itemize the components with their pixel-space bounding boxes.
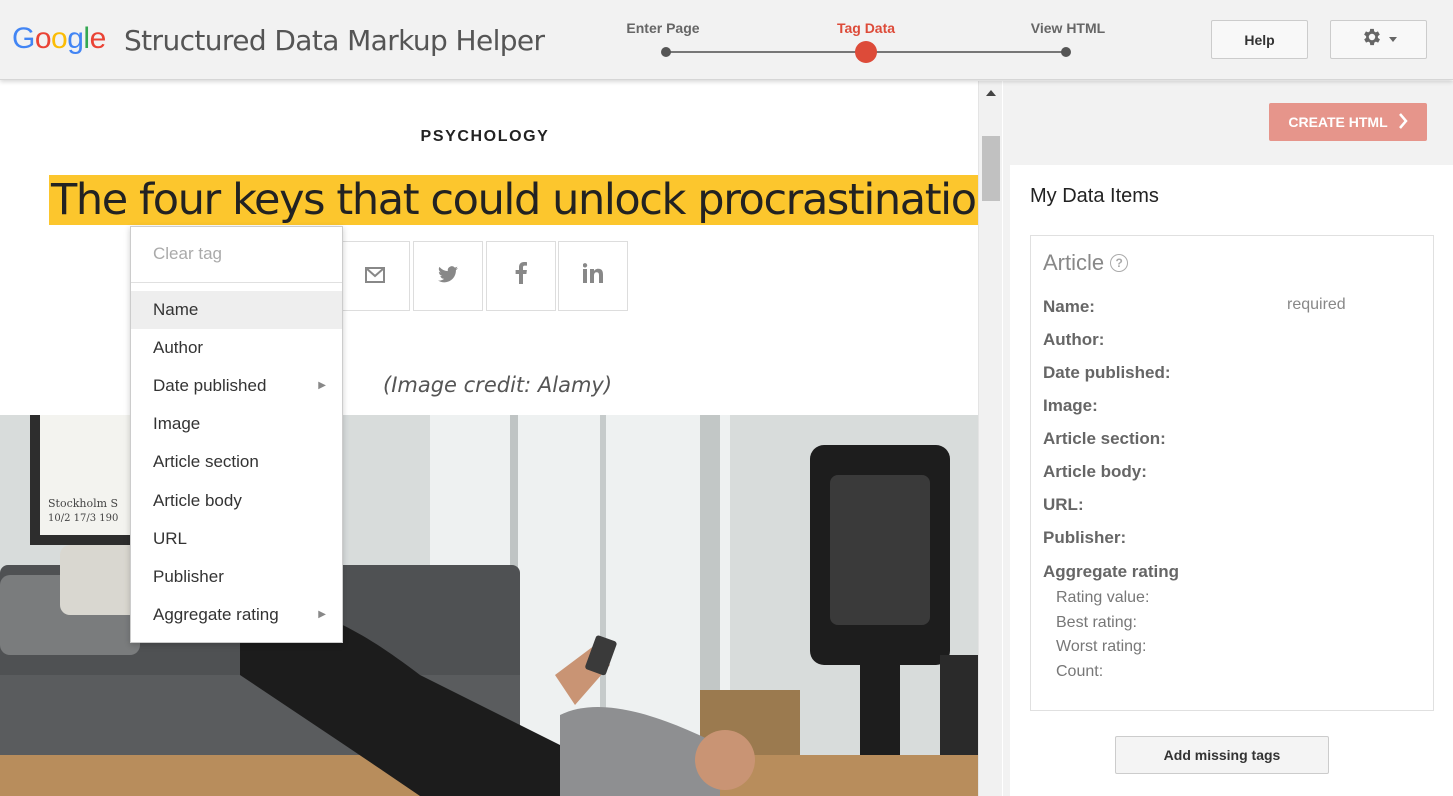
menu-item-label: Name bbox=[153, 300, 199, 319]
menu-item-name[interactable]: Name bbox=[131, 291, 342, 329]
article-category[interactable]: PSYCHOLOGY bbox=[0, 128, 970, 146]
property-name: Name: bbox=[1043, 297, 1095, 316]
logo-letter: o bbox=[34, 22, 52, 55]
article-item-box: Article ? required Name: Author: Date publ… bbox=[1030, 235, 1434, 711]
required-label: required bbox=[1287, 296, 1346, 313]
article-type-label: Article bbox=[1043, 250, 1105, 275]
tag-context-menu: Clear tag Name Author Date published ▶ Image… bbox=[130, 226, 343, 643]
step-enter-page[interactable]: Enter Page bbox=[603, 20, 723, 36]
logo-letter: g bbox=[67, 22, 84, 55]
logo-letter: e bbox=[89, 22, 107, 55]
logo-letter: o bbox=[51, 22, 68, 55]
svg-text:Stockholm S: Stockholm S bbox=[48, 497, 118, 510]
menu-item-publisher[interactable]: Publisher bbox=[131, 558, 342, 596]
step-tag-data[interactable]: Tag Data bbox=[806, 20, 926, 36]
app-header: Google Structured Data Markup Helper Ent… bbox=[0, 0, 1453, 80]
property-article-body: Article body: bbox=[1043, 462, 1147, 481]
menu-item-label: Publisher bbox=[153, 566, 224, 586]
menu-separator bbox=[131, 282, 342, 283]
article-scrollbar[interactable] bbox=[978, 81, 1002, 796]
step-dot-view-html bbox=[1061, 47, 1071, 57]
settings-button[interactable] bbox=[1330, 20, 1427, 59]
menu-item-label: Article body bbox=[153, 490, 242, 510]
property-author: Author: bbox=[1043, 330, 1105, 349]
menu-item-label: Author bbox=[153, 338, 204, 358]
scroll-thumb[interactable] bbox=[982, 136, 1000, 201]
property-publisher: Publisher: bbox=[1043, 528, 1127, 547]
app-title: Structured Data Markup Helper bbox=[124, 24, 545, 57]
twitter-icon bbox=[438, 263, 458, 289]
menu-item-url[interactable]: URL bbox=[131, 520, 342, 558]
property-aggregate-rating: Aggregate rating bbox=[1043, 562, 1180, 581]
chevron-right-icon bbox=[1398, 112, 1408, 132]
property-url: URL: bbox=[1043, 495, 1084, 514]
menu-item-aggregate-rating[interactable]: Aggregate rating ▶ bbox=[131, 596, 342, 634]
svg-text:10/2 17/3 190: 10/2 17/3 190 bbox=[48, 513, 118, 524]
share-email-button[interactable] bbox=[340, 241, 410, 311]
create-html-button[interactable]: CREATE HTML bbox=[1269, 103, 1427, 141]
share-linkedin-button[interactable] bbox=[558, 241, 628, 311]
submenu-arrow-icon: ▶ bbox=[318, 380, 326, 392]
share-twitter-button[interactable] bbox=[413, 241, 483, 311]
menu-item-author[interactable]: Author bbox=[131, 329, 342, 367]
menu-item-label: Image bbox=[153, 414, 201, 434]
logo-letter: G bbox=[12, 22, 35, 55]
linkedin-icon bbox=[582, 263, 603, 289]
menu-item-label: URL bbox=[153, 528, 188, 548]
menu-item-image[interactable]: Image bbox=[131, 405, 342, 443]
submenu-arrow-icon: ▶ bbox=[318, 608, 326, 620]
menu-item-label: Date published bbox=[153, 376, 267, 396]
facebook-icon bbox=[515, 262, 527, 290]
my-data-items-title: My Data Items bbox=[1030, 185, 1159, 207]
google-logo: Google bbox=[12, 22, 106, 56]
scroll-up-arrow-icon[interactable] bbox=[986, 90, 996, 96]
email-icon bbox=[365, 263, 385, 289]
menu-item-article-body[interactable]: Article body bbox=[131, 482, 342, 520]
menu-item-label: Article section bbox=[153, 452, 259, 472]
property-date-published: Date published: bbox=[1043, 363, 1171, 382]
article-type-header: Article ? bbox=[1043, 250, 1129, 276]
menu-item-date-published[interactable]: Date published ▶ bbox=[131, 367, 342, 405]
wizard-steps: Enter Page Tag Data View HTML bbox=[620, 0, 1120, 80]
help-button[interactable]: Help bbox=[1211, 20, 1308, 59]
article-headline-highlighted[interactable]: The four keys that could unlock procrast… bbox=[49, 175, 978, 225]
step-dot-enter-page bbox=[661, 47, 671, 57]
rating-subproperty: Worst rating: bbox=[1056, 638, 1147, 656]
help-circle-icon[interactable]: ? bbox=[1110, 254, 1129, 272]
property-article-section: Article section: bbox=[1043, 429, 1166, 448]
create-html-label: CREATE HTML bbox=[1288, 114, 1388, 130]
add-missing-tags-button[interactable]: Add missing tags bbox=[1115, 736, 1329, 774]
chevron-down-icon bbox=[1388, 37, 1397, 42]
menu-item-label: Aggregate rating bbox=[153, 604, 279, 624]
share-facebook-button[interactable] bbox=[486, 241, 556, 311]
rating-subproperty: Best rating: bbox=[1056, 613, 1137, 631]
step-view-html[interactable]: View HTML bbox=[1008, 20, 1128, 36]
property-image: Image: bbox=[1043, 396, 1098, 415]
menu-item-clear-tag[interactable]: Clear tag bbox=[131, 235, 342, 273]
step-dot-tag-data bbox=[855, 41, 877, 63]
image-credit[interactable]: (Image credit: Alamy) bbox=[383, 373, 612, 397]
menu-item-article-section[interactable]: Article section bbox=[131, 443, 342, 481]
gear-icon bbox=[1361, 26, 1383, 53]
rating-subproperty: Count: bbox=[1056, 663, 1104, 681]
rating-subproperty: Rating value: bbox=[1056, 589, 1150, 606]
